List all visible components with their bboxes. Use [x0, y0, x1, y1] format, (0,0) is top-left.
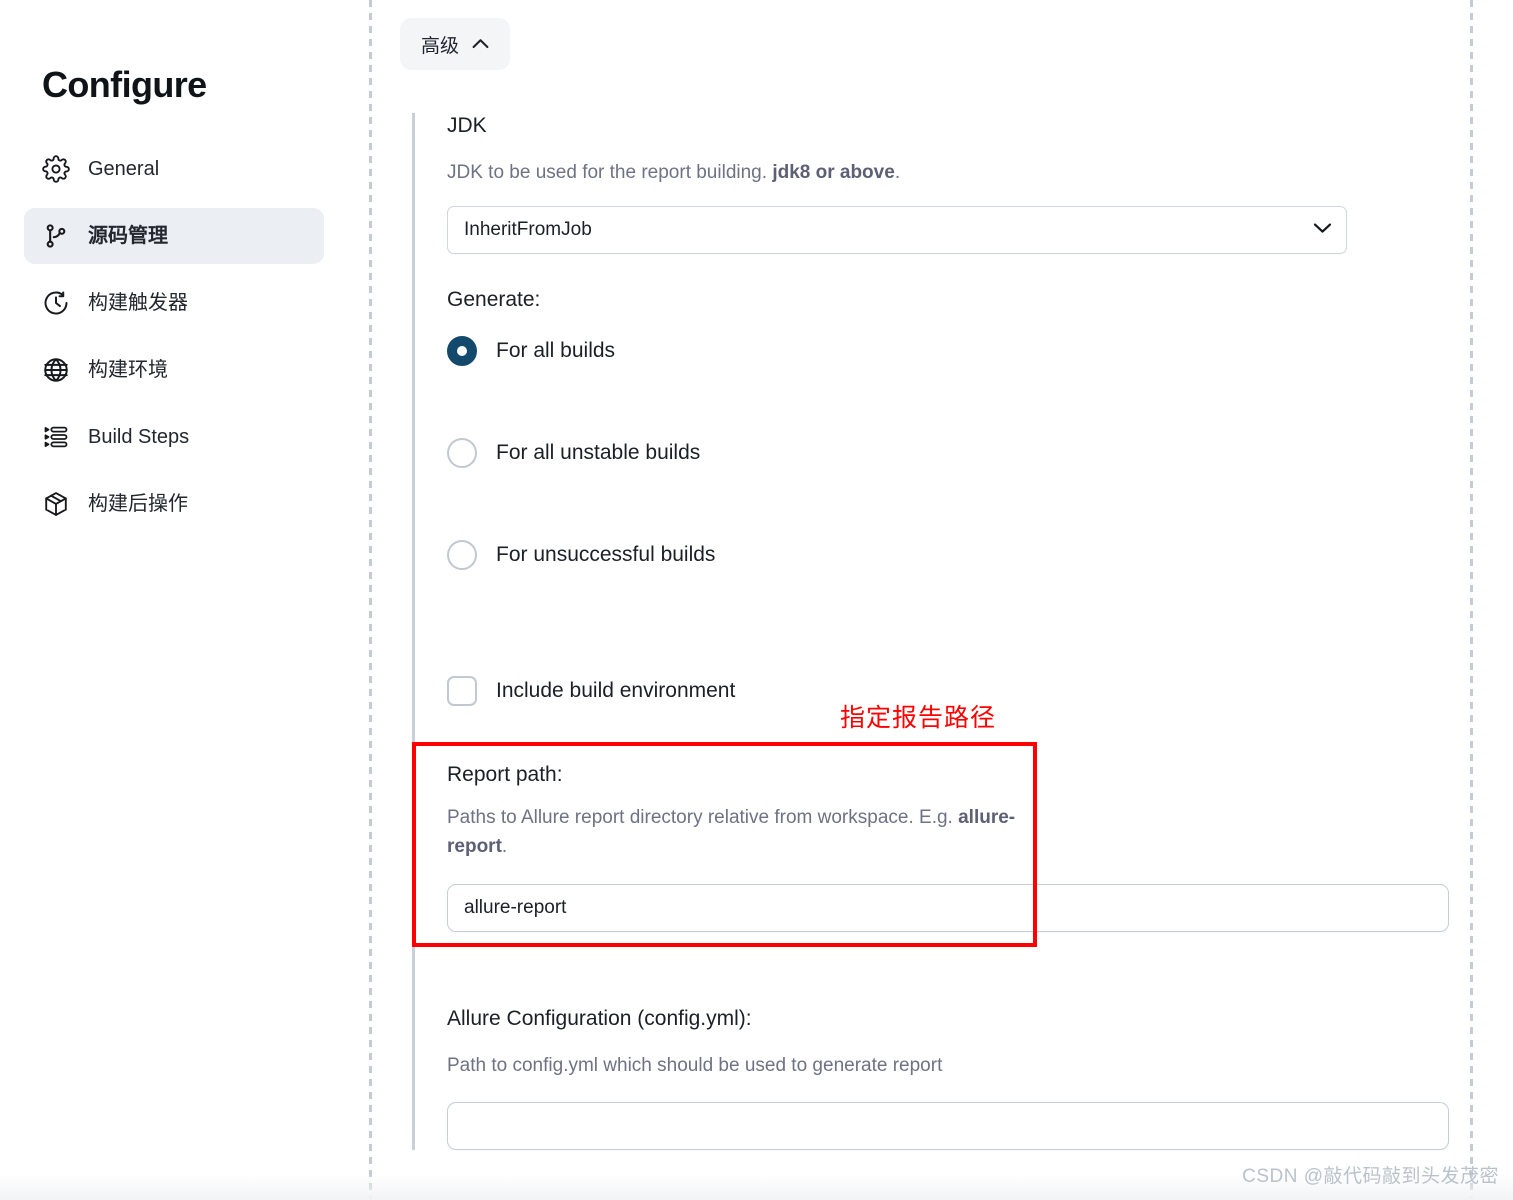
jdk-description: JDK to be used for the report building. …	[447, 162, 901, 184]
radio-label: For unsuccessful builds	[496, 542, 716, 566]
sidebar-item-label: General	[88, 158, 160, 180]
checkbox-indicator[interactable]	[447, 675, 477, 706]
sidebar-item-build-environment[interactable]: 构建环境	[24, 342, 324, 398]
sidebar-item-build-steps[interactable]: Build Steps	[24, 409, 324, 465]
report-path-description: Paths to Allure report directory relativ…	[447, 806, 1016, 858]
allure-config-description: Path to config.yml which should be used …	[447, 1054, 943, 1076]
advanced-toggle-label: 高级	[421, 35, 460, 57]
radio-indicator[interactable]	[447, 335, 477, 366]
jdk-select[interactable]: InheritFromJob	[447, 205, 1347, 254]
configure-page: Configure General 源码管理 构建触发器 构建环境 Build …	[0, 0, 1513, 1200]
sidebar-item-build-triggers[interactable]: 构建触发器	[24, 275, 324, 331]
radio-indicator[interactable]	[447, 539, 477, 570]
report-path-field: 指定报告路径 Report path: Paths to Allure repo…	[412, 704, 1462, 956]
sidebar-item-label: 源码管理	[88, 225, 168, 247]
clock-icon	[42, 289, 70, 317]
sidebar-item-source-control[interactable]: 源码管理	[24, 208, 324, 264]
advanced-section: JDK JDK to be used for the report buildi…	[412, 113, 1462, 1151]
globe-icon	[42, 356, 70, 384]
dashed-rail-right	[1470, 0, 1473, 1200]
radio-for-all-unstable-builds[interactable]: For all unstable builds	[447, 437, 1462, 468]
radio-for-all-builds[interactable]: For all builds	[447, 335, 1462, 366]
page-title: Configure	[42, 64, 207, 106]
radio-indicator[interactable]	[447, 437, 477, 468]
report-path-input[interactable]	[447, 883, 1449, 932]
gear-icon	[42, 155, 70, 183]
report-path-annotation: 指定报告路径	[840, 703, 997, 732]
sidebar-item-label: 构建触发器	[88, 292, 188, 314]
git-branch-icon	[42, 222, 70, 250]
jdk-field: JDK JDK to be used for the report buildi…	[447, 113, 1462, 254]
radio-label: For all builds	[496, 338, 616, 362]
package-icon	[42, 490, 70, 518]
generate-field: Generate: For all builds For all unstabl…	[447, 288, 1462, 570]
checkbox-label: Include build environment	[496, 678, 736, 702]
sidebar-nav: General 源码管理 构建触发器 构建环境 Build Steps 构建后操…	[24, 141, 324, 543]
advanced-toggle-button[interactable]: 高级	[400, 18, 511, 70]
chevron-up-icon	[472, 33, 489, 55]
allure-config-input[interactable]	[447, 1102, 1449, 1151]
sidebar-item-post-build-actions[interactable]: 构建后操作	[24, 476, 324, 532]
report-path-label: Report path:	[447, 762, 563, 786]
sidebar-item-label: 构建环境	[88, 359, 168, 381]
sidebar-item-label: 构建后操作	[88, 493, 188, 515]
sidebar: Configure General 源码管理 构建触发器 构建环境 Build …	[0, 0, 369, 1200]
allure-config-field: Allure Configuration (config.yml): Path …	[447, 1006, 1462, 1151]
radio-label: For all unstable builds	[496, 440, 701, 464]
generate-label: Generate:	[447, 287, 541, 311]
allure-config-label: Allure Configuration (config.yml):	[447, 1006, 752, 1030]
sidebar-item-label: Build Steps	[88, 426, 190, 448]
jdk-select-wrap: InheritFromJob	[447, 205, 1347, 254]
sidebar-item-general[interactable]: General	[24, 141, 324, 197]
list-steps-icon	[42, 423, 70, 451]
radio-for-unsuccessful-builds[interactable]: For unsuccessful builds	[447, 539, 1462, 570]
jdk-label: JDK	[447, 114, 487, 137]
main-content: 高级 JDK JDK to be used for the report bui…	[369, 0, 1470, 1200]
